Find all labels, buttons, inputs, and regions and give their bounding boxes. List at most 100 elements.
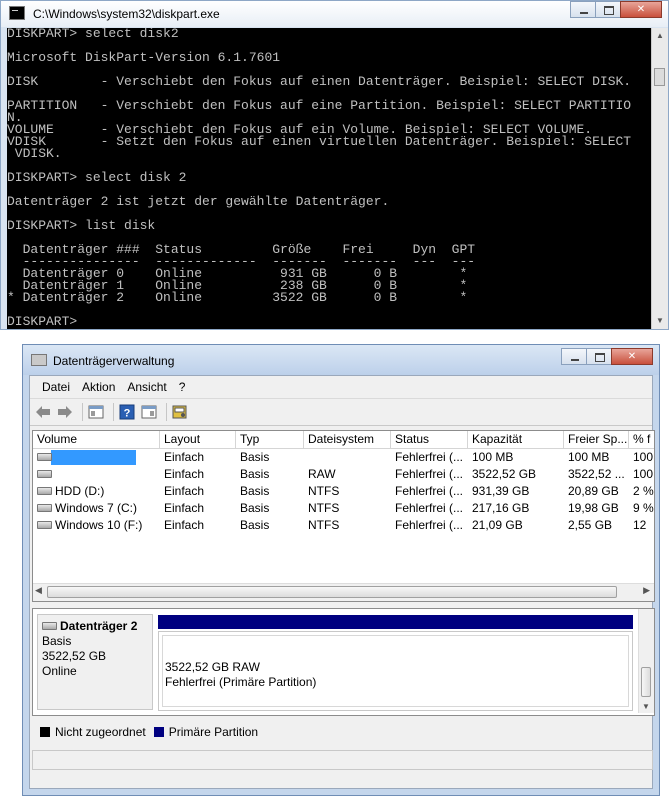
column-header-prozent-frei[interactable]: % f bbox=[629, 431, 654, 448]
back-button[interactable] bbox=[34, 403, 52, 421]
scrollbar-thumb[interactable] bbox=[47, 586, 617, 598]
dm-title: Datenträgerverwaltung bbox=[53, 354, 175, 368]
disk-management-window: Datenträgerverwaltung ✕ Datei Aktion Ans… bbox=[22, 344, 660, 796]
cell-volume: Windows 7 (C:) bbox=[55, 501, 138, 515]
menu-help[interactable]: ? bbox=[173, 380, 192, 394]
cell-freier-speicher: 100 MB bbox=[568, 450, 610, 464]
cell-status: Fehlerfrei (... bbox=[395, 484, 464, 498]
scrollbar-thumb[interactable] bbox=[654, 68, 665, 86]
volume-icon bbox=[37, 503, 52, 512]
partition-block[interactable]: 3522,52 GB RAW Fehlerfrei (Primäre Parti… bbox=[158, 631, 633, 711]
table-row[interactable]: Einfach Basis Fehlerfrei (... 100 MB 100… bbox=[33, 449, 654, 466]
column-header-kapazitaet[interactable]: Kapazität bbox=[468, 431, 564, 448]
console-title: C:\Windows\system32\diskpart.exe bbox=[33, 7, 220, 21]
disk-view-vscrollbar[interactable]: ▼ bbox=[638, 609, 654, 713]
cell-typ: Basis bbox=[240, 518, 270, 532]
cell-prozent-frei: 2 % bbox=[633, 484, 654, 498]
column-header-dateisystem[interactable]: Dateisystem bbox=[304, 431, 391, 448]
volume-icon bbox=[37, 469, 52, 478]
disk-name: Datenträger 2 bbox=[60, 619, 138, 633]
volume-list: Volume Layout Typ Dateisystem Status Kap… bbox=[32, 430, 655, 602]
cell-status: Fehlerfrei (... bbox=[395, 501, 464, 515]
disk-state: Online bbox=[42, 664, 77, 678]
cell-kapazitaet: 3522,52 GB bbox=[472, 467, 537, 481]
cell-layout: Einfach bbox=[164, 450, 205, 464]
scroll-left-arrow-icon[interactable]: ◀ bbox=[35, 585, 42, 596]
cell-prozent-frei: 100 bbox=[633, 450, 654, 464]
console-line: DISKPART> bbox=[7, 314, 78, 329]
cell-kapazitaet: 21,09 GB bbox=[472, 518, 523, 532]
cell-prozent-frei: 12 bbox=[633, 518, 647, 532]
scroll-down-arrow-icon[interactable]: ▼ bbox=[642, 702, 650, 711]
scrollbar-thumb[interactable] bbox=[641, 667, 651, 697]
maximize-button[interactable] bbox=[586, 348, 612, 365]
cell-kapazitaet: 217,16 GB bbox=[472, 501, 530, 515]
cell-freier-speicher: 2,55 GB bbox=[568, 518, 613, 532]
forward-button[interactable] bbox=[56, 403, 74, 421]
maximize-button[interactable] bbox=[595, 1, 621, 18]
cell-freier-speicher: 19,98 GB bbox=[568, 501, 619, 515]
close-button[interactable]: ✕ bbox=[620, 1, 662, 18]
scroll-down-arrow-icon[interactable]: ▼ bbox=[652, 313, 668, 329]
legend: Nicht zugeordnet Primäre Partition bbox=[32, 720, 653, 744]
partition-block-inner: 3522,52 GB RAW Fehlerfrei (Primäre Parti… bbox=[162, 635, 629, 707]
column-header-status[interactable]: Status bbox=[391, 431, 468, 448]
disk-size: 3522,52 GB bbox=[42, 649, 107, 663]
partition-size-fs: 3522,52 GB RAW bbox=[165, 660, 260, 674]
cell-freier-speicher: 20,89 GB bbox=[568, 484, 619, 498]
column-header-typ[interactable]: Typ bbox=[236, 431, 304, 448]
help-button[interactable]: ? bbox=[118, 403, 136, 421]
console-titlebar[interactable]: C:\Windows\system32\diskpart.exe ✕ bbox=[1, 1, 668, 27]
disk-info-panel[interactable]: Datenträger 2 Basis 3522,52 GB Online bbox=[37, 614, 153, 710]
console-line: DISKPART> select disk2 bbox=[7, 28, 179, 41]
table-row[interactable]: Einfach Basis RAW Fehlerfrei (... 3522,5… bbox=[33, 466, 654, 483]
toolbar: ? bbox=[30, 398, 652, 426]
column-header-volume[interactable]: Volume bbox=[33, 431, 160, 448]
disk-icon bbox=[42, 621, 57, 630]
primary-partition-swatch bbox=[153, 727, 164, 737]
column-header-layout[interactable]: Layout bbox=[160, 431, 236, 448]
minimize-button[interactable] bbox=[570, 1, 596, 18]
cell-typ: Basis bbox=[240, 484, 270, 498]
column-header-freier-speicher[interactable]: Freier Sp... bbox=[564, 431, 629, 448]
disk-graphical-view: Datenträger 2 Basis 3522,52 GB Online 35… bbox=[32, 608, 655, 716]
console-line: VDISK - Setzt den Fokus auf einen virtue… bbox=[7, 134, 632, 149]
cell-status: Fehlerfrei (... bbox=[395, 518, 464, 532]
console-scrollbar[interactable]: ▲ ▼ bbox=[651, 28, 668, 329]
dm-titlebar[interactable]: Datenträgerverwaltung ✕ bbox=[23, 345, 659, 375]
table-row[interactable]: Windows 10 (F:) Einfach Basis NTFS Fehle… bbox=[33, 517, 654, 534]
cell-dateisystem: RAW bbox=[308, 467, 336, 481]
cell-dateisystem: NTFS bbox=[308, 484, 340, 498]
disk-tool-button[interactable] bbox=[171, 403, 189, 421]
minimize-button[interactable] bbox=[561, 348, 587, 365]
console-tree-button[interactable] bbox=[87, 403, 105, 421]
volume-icon bbox=[37, 520, 52, 529]
cell-typ: Basis bbox=[240, 450, 270, 464]
volume-list-hscrollbar[interactable]: ◀ ▶ bbox=[33, 583, 654, 601]
cell-volume: HDD (D:) bbox=[55, 484, 105, 498]
cell-prozent-frei: 9 % bbox=[633, 501, 654, 515]
console-line: Datenträger 2 ist jetzt der gewählte Dat… bbox=[7, 194, 390, 209]
menu-ansicht[interactable]: Ansicht bbox=[121, 380, 172, 394]
cell-dateisystem: NTFS bbox=[308, 518, 340, 532]
cell-dateisystem: NTFS bbox=[308, 501, 340, 515]
menu-aktion[interactable]: Aktion bbox=[76, 380, 121, 394]
table-row[interactable]: HDD (D:) Einfach Basis NTFS Fehlerfrei (… bbox=[33, 483, 654, 500]
cell-dateisystem bbox=[304, 449, 391, 466]
legend-label-primary: Primäre Partition bbox=[168, 725, 259, 739]
scroll-right-arrow-icon[interactable]: ▶ bbox=[643, 585, 650, 596]
menu-datei[interactable]: Datei bbox=[36, 380, 76, 394]
table-row[interactable]: Windows 7 (C:) Einfach Basis NTFS Fehler… bbox=[33, 500, 654, 517]
dm-window-controls: ✕ bbox=[561, 348, 653, 365]
properties-button[interactable] bbox=[140, 403, 158, 421]
console-line: * Datenträger 2 Online 3522 GB 0 B * bbox=[7, 290, 468, 305]
scroll-up-arrow-icon[interactable]: ▲ bbox=[652, 28, 668, 44]
cell-status: Fehlerfrei (... bbox=[395, 450, 464, 464]
console-line: PARTITION - Verschiebt den Fokus auf ein… bbox=[7, 98, 632, 113]
console-output[interactable]: DISKPART> select disk2 Microsoft DiskPar… bbox=[7, 28, 651, 329]
volume-icon bbox=[37, 486, 52, 495]
console-tree-icon bbox=[88, 405, 104, 419]
close-button[interactable]: ✕ bbox=[611, 348, 653, 365]
disk-management-app-icon bbox=[31, 354, 47, 366]
